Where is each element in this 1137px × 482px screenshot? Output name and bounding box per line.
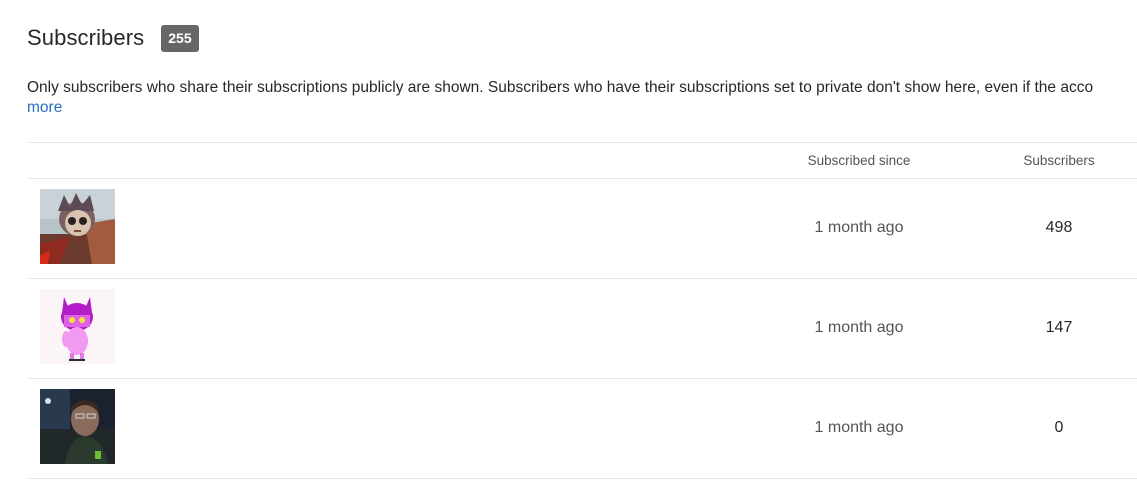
- person-photo-avatar[interactable]: [40, 389, 115, 464]
- cartoon-character-avatar[interactable]: [40, 189, 115, 264]
- subscriber-count-value: 0: [1054, 419, 1064, 436]
- page-header: Subscribers 255: [27, 24, 199, 52]
- table-row: 1 month ago 498: [27, 179, 1137, 279]
- subscriber-count-value: 147: [1045, 319, 1073, 336]
- column-header-subscribers[interactable]: Subscribers: [975, 153, 1137, 168]
- subscriber-count-value: 498: [1045, 219, 1073, 236]
- more-link[interactable]: more: [27, 98, 62, 118]
- column-header-subscribed-since[interactable]: Subscribed since: [765, 153, 953, 168]
- table-header: Subscribed since Subscribers: [27, 142, 1137, 179]
- subscribed-since-value: 1 month ago: [814, 219, 904, 236]
- privacy-description: Only subscribers who share their subscri…: [27, 79, 1094, 96]
- table-row: 1 month ago 0: [27, 379, 1137, 479]
- subscribed-since-value: 1 month ago: [814, 419, 904, 436]
- subscribers-table: Subscribed since Subscribers 1 month ago…: [27, 142, 1137, 479]
- pink-cat-character-avatar[interactable]: [40, 289, 115, 364]
- subscriber-count-badge: 255: [161, 24, 199, 52]
- table-row: 1 month ago 147: [27, 279, 1137, 379]
- page-title: Subscribers: [27, 25, 145, 50]
- subscribed-since-value: 1 month ago: [814, 319, 904, 336]
